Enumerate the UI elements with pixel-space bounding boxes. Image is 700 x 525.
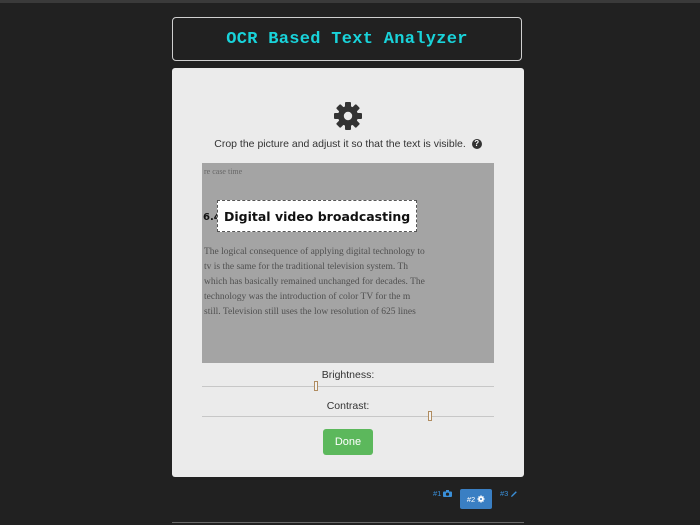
step-1-label: #1	[433, 489, 442, 498]
contrast-label: Contrast:	[326, 400, 370, 412]
app-title-box: OCR Based Text Analyzer	[172, 17, 522, 61]
bottom-divider	[172, 522, 524, 523]
question-circle-icon[interactable]: ?	[471, 139, 482, 150]
image-body-line: tv is the same for the traditional telev…	[204, 262, 409, 272]
step-2[interactable]: #2	[460, 489, 492, 509]
crop-selection-box[interactable]: Digital video broadcasting	[217, 200, 417, 232]
gear-icon	[334, 102, 362, 130]
image-body-line: The logical consequence of applying digi…	[204, 247, 425, 257]
gear-icon	[477, 495, 485, 503]
contrast-slider-thumb[interactable]	[427, 411, 432, 421]
brightness-label: Brightness:	[321, 369, 375, 381]
crop-panel: Crop the picture and adjust it so that t…	[172, 68, 524, 477]
pencil-icon	[511, 490, 518, 497]
image-heading: Digital video broadcasting	[224, 208, 411, 224]
step-2-label: #2	[466, 494, 476, 504]
app-title: OCR Based Text Analyzer	[226, 29, 468, 49]
step-3[interactable]: #3	[500, 489, 518, 498]
crop-image[interactable]: re case time 6.4 Digital video broadcast…	[202, 163, 494, 363]
instruction-label: Crop the picture and adjust it so that t…	[214, 138, 466, 150]
image-top-text: re case time	[204, 167, 243, 176]
top-border	[0, 0, 700, 3]
brightness-slider[interactable]	[202, 381, 494, 391]
camera-icon	[443, 490, 453, 497]
brightness-slider-thumb[interactable]	[313, 381, 318, 391]
step-3-label: #3	[500, 489, 509, 498]
image-body-line: which has basically remained unchanged f…	[204, 277, 425, 287]
image-body-line: technology was the introduction of color…	[204, 292, 411, 302]
instruction-text: Crop the picture and adjust it so that t…	[172, 138, 524, 150]
step-1[interactable]: #1	[433, 489, 453, 498]
contrast-slider[interactable]	[202, 411, 494, 421]
done-button[interactable]: Done	[323, 429, 373, 455]
image-body-line: still. Television still uses the low res…	[204, 307, 416, 317]
